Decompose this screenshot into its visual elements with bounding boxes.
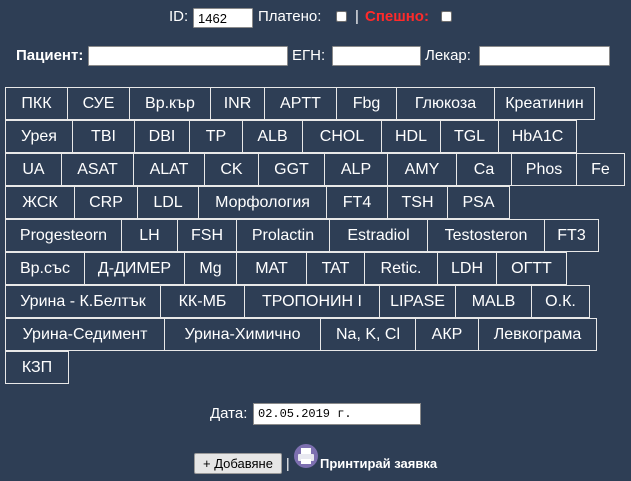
test-button-pkk[interactable]: ПКК <box>5 87 68 120</box>
egn-input[interactable] <box>332 46 421 66</box>
patient-label: Пациент: <box>16 47 84 64</box>
test-button-glucose[interactable]: Глюкоза <box>396 87 495 120</box>
test-button-troponin[interactable]: ТРОПОНИН I <box>244 285 380 318</box>
test-button-ggt[interactable]: GGT <box>258 153 325 186</box>
test-button-lh[interactable]: LH <box>121 219 178 252</box>
test-button-amy[interactable]: AMY <box>387 153 457 186</box>
test-button-crp[interactable]: CRP <box>74 186 138 219</box>
test-button-tbi[interactable]: TBI <box>72 120 135 153</box>
test-button-zhsk[interactable]: ЖСК <box>5 186 75 219</box>
test-button-alat[interactable]: ALAT <box>133 153 205 186</box>
test-button-vr-kar[interactable]: Вр.кър <box>129 87 211 120</box>
test-buttons-panel: ПКК СУЕ Вр.кър INR APTT Fbg Глюкоза Креа… <box>5 87 625 384</box>
test-button-morphology[interactable]: Морфология <box>198 186 327 219</box>
test-button-ck[interactable]: CK <box>204 153 259 186</box>
date-input[interactable]: 02.05.2019 г. <box>253 403 421 425</box>
test-button-alb[interactable]: ALB <box>242 120 303 153</box>
test-button-estradiol[interactable]: Estradiol <box>329 219 428 252</box>
urgent-label: Спешно: <box>365 8 429 25</box>
test-button-ft3[interactable]: FT3 <box>544 219 599 252</box>
test-button-ua[interactable]: UA <box>5 153 62 186</box>
test-button-tgl[interactable]: TGL <box>440 120 499 153</box>
test-row: Урина-Седимент Урина-Химично Na, K, Cl А… <box>5 318 625 351</box>
print-request-link[interactable]: Принтирай заявка <box>320 456 437 472</box>
test-row: Вр.със Д-ДИМЕР Mg MAT TAT Retic. LDH ОГТ… <box>5 252 625 285</box>
test-button-ok[interactable]: О.К. <box>531 285 590 318</box>
test-row: Урея TBI DBI TP ALB CHOL HDL TGL HbA1C <box>5 120 625 153</box>
test-row: КЗП <box>5 351 625 384</box>
test-row: Урина - К.Белтък КК-МБ ТРОПОНИН I LIPASE… <box>5 285 625 318</box>
doctor-label: Лекар: <box>425 47 471 64</box>
test-row: ПКК СУЕ Вр.кър INR APTT Fbg Глюкоза Креа… <box>5 87 625 120</box>
test-button-chol[interactable]: CHOL <box>302 120 382 153</box>
patient-input[interactable] <box>88 46 288 66</box>
test-button-urine-sediment[interactable]: Урина-Седимент <box>5 318 165 351</box>
test-button-kzp[interactable]: КЗП <box>5 351 69 384</box>
test-button-ck-mb[interactable]: КК-МБ <box>160 285 245 318</box>
printer-icon[interactable] <box>294 444 318 468</box>
test-button-ft4[interactable]: FT4 <box>326 186 388 219</box>
test-button-dbi[interactable]: DBI <box>134 120 190 153</box>
test-button-fbg[interactable]: Fbg <box>336 87 397 120</box>
test-button-psa[interactable]: PSA <box>447 186 510 219</box>
test-button-tp[interactable]: TP <box>189 120 243 153</box>
test-button-malb[interactable]: MALB <box>455 285 532 318</box>
id-label: ID: <box>169 8 189 25</box>
test-button-ldl[interactable]: LDL <box>137 186 199 219</box>
test-button-phos[interactable]: Phos <box>511 153 577 186</box>
egn-label: ЕГН: <box>292 47 326 64</box>
test-button-ca[interactable]: Ca <box>456 153 512 186</box>
test-button-urine-chemical[interactable]: Урина-Химично <box>164 318 321 351</box>
test-row: UA ASAT ALAT CK GGT ALP AMY Ca Phos Fe <box>5 153 625 186</box>
test-button-urea[interactable]: Урея <box>5 120 73 153</box>
test-button-inr[interactable]: INR <box>210 87 265 120</box>
test-row: ЖСК CRP LDL Морфология FT4 TSH PSA <box>5 186 625 219</box>
test-button-sue[interactable]: СУЕ <box>67 87 130 120</box>
test-button-ldh[interactable]: LDH <box>437 252 497 285</box>
test-button-tsh[interactable]: TSH <box>387 186 448 219</box>
test-row: Progesteorn LH FSH Prolactin Estradiol T… <box>5 219 625 252</box>
paid-label: Платено: <box>258 8 322 25</box>
test-button-mg[interactable]: Mg <box>184 252 237 285</box>
test-button-d-dimer[interactable]: Д-ДИМЕР <box>84 252 185 285</box>
actions-separator: | <box>286 455 290 471</box>
test-button-asat[interactable]: ASAT <box>61 153 134 186</box>
test-button-mat[interactable]: MAT <box>236 252 307 285</box>
doctor-input[interactable] <box>479 46 610 66</box>
test-button-progesteron[interactable]: Progesteorn <box>5 219 122 252</box>
test-button-creatinine[interactable]: Креатинин <box>494 87 595 120</box>
test-button-hba1c[interactable]: HbA1C <box>498 120 577 153</box>
test-button-na-k-cl[interactable]: Na, K, Cl <box>320 318 416 351</box>
test-button-fsh[interactable]: FSH <box>177 219 237 252</box>
test-button-lipase[interactable]: LIPASE <box>379 285 456 318</box>
add-button[interactable]: + Добавяне <box>194 453 282 474</box>
test-button-vr-sas[interactable]: Вр.със <box>5 252 85 285</box>
test-button-prolactin[interactable]: Prolactin <box>236 219 330 252</box>
test-button-tat[interactable]: TAT <box>306 252 365 285</box>
paid-checkbox[interactable] <box>336 11 347 22</box>
urgent-checkbox[interactable] <box>441 11 452 22</box>
test-button-hdl[interactable]: HDL <box>381 120 441 153</box>
test-button-urine-protein[interactable]: Урина - К.Белтък <box>5 285 161 318</box>
test-button-leukogram[interactable]: Левкограма <box>478 318 597 351</box>
date-label: Дата: <box>210 405 248 422</box>
test-button-ogtt[interactable]: ОГТТ <box>496 252 567 285</box>
test-button-alp[interactable]: ALP <box>324 153 388 186</box>
test-button-testosteron[interactable]: Testosteron <box>427 219 545 252</box>
test-button-aptt[interactable]: APTT <box>264 87 337 120</box>
test-button-retic[interactable]: Retic. <box>364 252 438 285</box>
test-button-fe[interactable]: Fe <box>576 153 625 186</box>
separator: | <box>355 8 359 25</box>
id-input[interactable] <box>193 8 253 28</box>
test-button-akr[interactable]: АКР <box>415 318 479 351</box>
